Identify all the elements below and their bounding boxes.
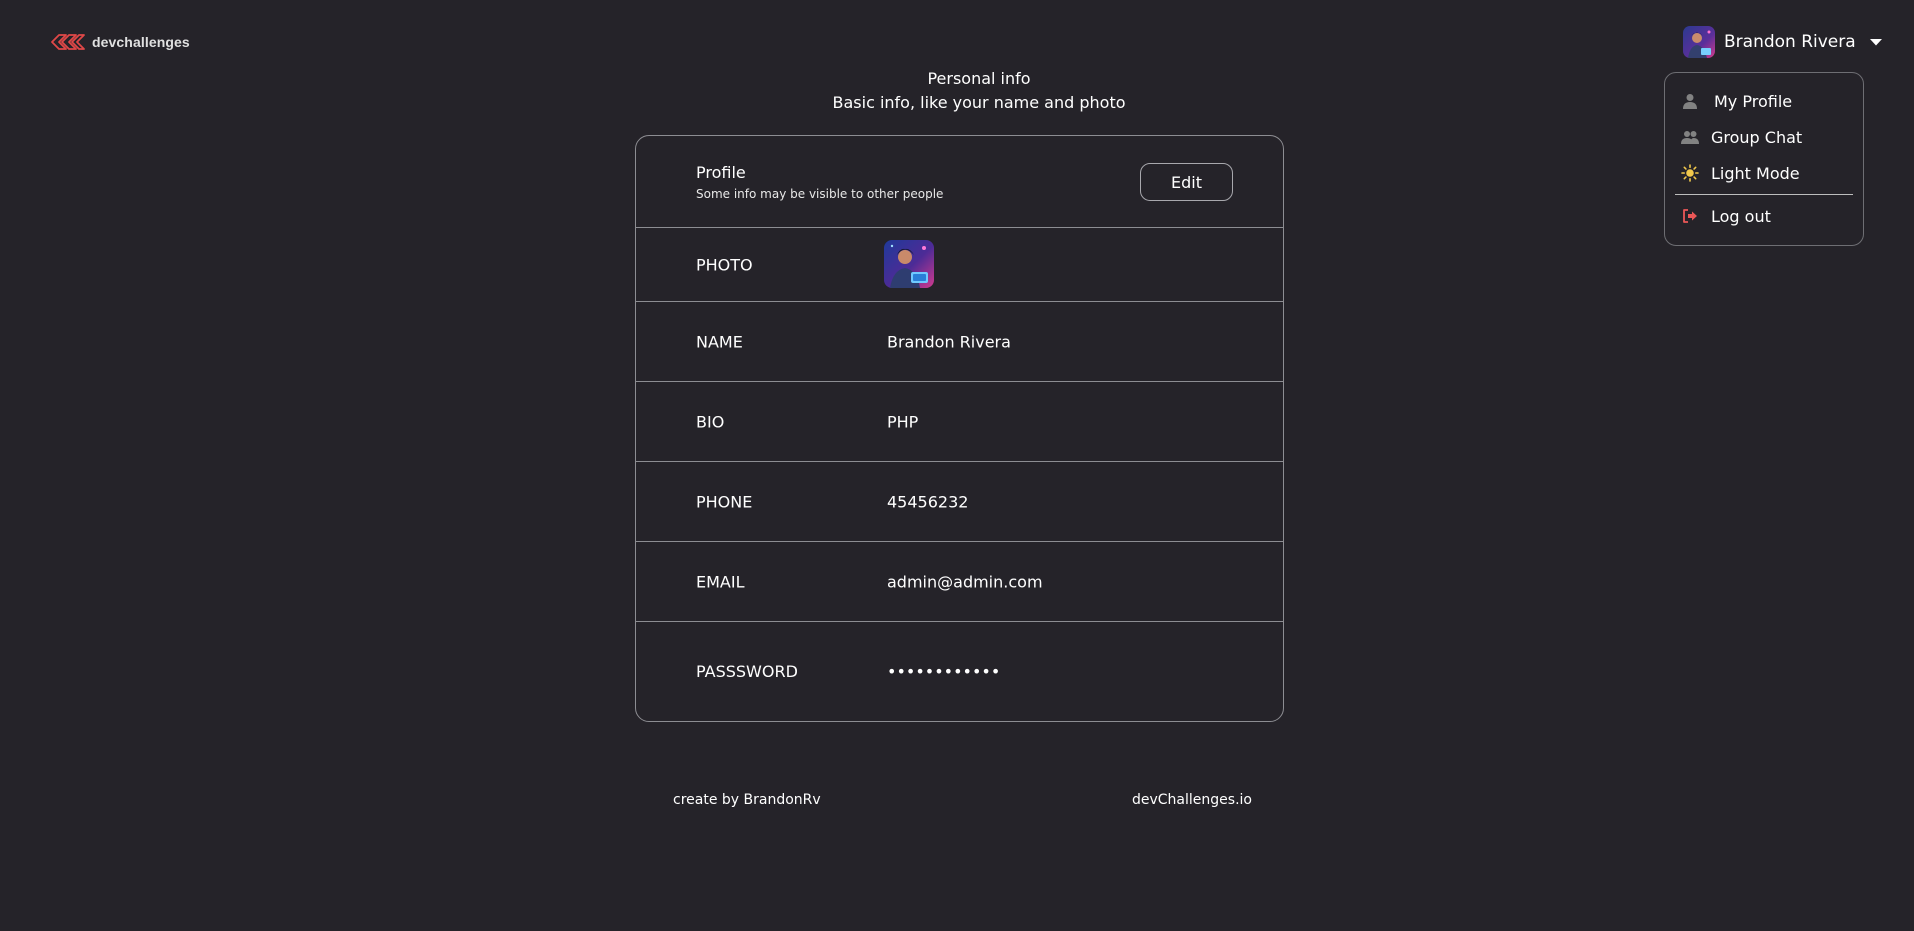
logo-mark-icon: [51, 34, 85, 50]
logout-icon: [1683, 209, 1697, 223]
sun-icon: [1681, 164, 1699, 182]
profile-row-phone: PHONE 45456232: [636, 462, 1283, 542]
row-value: PHP: [887, 412, 919, 431]
row-label: EMAIL: [696, 572, 745, 591]
page-heading: Personal info Basic info, like your name…: [0, 67, 1914, 115]
row-value: Brandon Rivera: [887, 332, 1011, 351]
group-icon: [1681, 131, 1699, 144]
logo-text: devchallenges: [92, 34, 190, 50]
page-title: Personal info: [927, 69, 1031, 88]
footer-link[interactable]: devChallenges.io: [1132, 792, 1252, 808]
user-name: Brandon Rivera: [1724, 32, 1856, 52]
user-menu-toggle[interactable]: Brandon Rivera: [1683, 26, 1883, 58]
menu-divider: [1675, 194, 1853, 195]
row-value: admin@admin.com: [887, 572, 1043, 591]
caret-down-icon: [1869, 39, 1882, 46]
profile-card: Profile Some info may be visible to othe…: [635, 135, 1284, 722]
row-value: ••••••••••••: [887, 662, 1001, 681]
profile-photo: [884, 240, 934, 288]
row-label: BIO: [696, 412, 725, 431]
card-subtitle: Some info may be visible to other people: [696, 187, 944, 201]
row-label: PHOTO: [696, 255, 753, 274]
avatar: [1683, 26, 1715, 58]
page-subtitle: Basic info, like your name and photo: [832, 93, 1126, 112]
row-label: PHONE: [696, 492, 753, 511]
edit-button[interactable]: Edit: [1140, 163, 1233, 201]
footer-credit: create by BrandonRv: [673, 792, 821, 808]
menu-item-light-mode[interactable]: Light Mode: [1675, 155, 1853, 191]
row-label: PASSSWORD: [696, 662, 798, 681]
profile-row-password: PASSSWORD ••••••••••••: [636, 622, 1283, 720]
card-title: Profile: [696, 163, 746, 182]
devchallenges-logo[interactable]: devchallenges: [50, 32, 190, 52]
menu-item-group-chat[interactable]: Group Chat: [1675, 119, 1853, 155]
menu-item-label: Light Mode: [1711, 163, 1800, 183]
menu-item-log-out[interactable]: Log out: [1675, 198, 1853, 234]
profile-row-bio: BIO PHP: [636, 382, 1283, 462]
menu-item-label: Group Chat: [1711, 127, 1803, 147]
row-label: NAME: [696, 332, 743, 351]
profile-row-photo: PHOTO: [636, 228, 1283, 302]
profile-row-name: NAME Brandon Rivera: [636, 302, 1283, 382]
menu-item-label: Log out: [1711, 206, 1771, 226]
page: devchallenges Brandon Rivera My Profile …: [0, 0, 1914, 931]
profile-row-email: EMAIL admin@admin.com: [636, 542, 1283, 622]
row-value: 45456232: [887, 492, 969, 511]
card-header: Profile Some info may be visible to othe…: [636, 136, 1283, 228]
